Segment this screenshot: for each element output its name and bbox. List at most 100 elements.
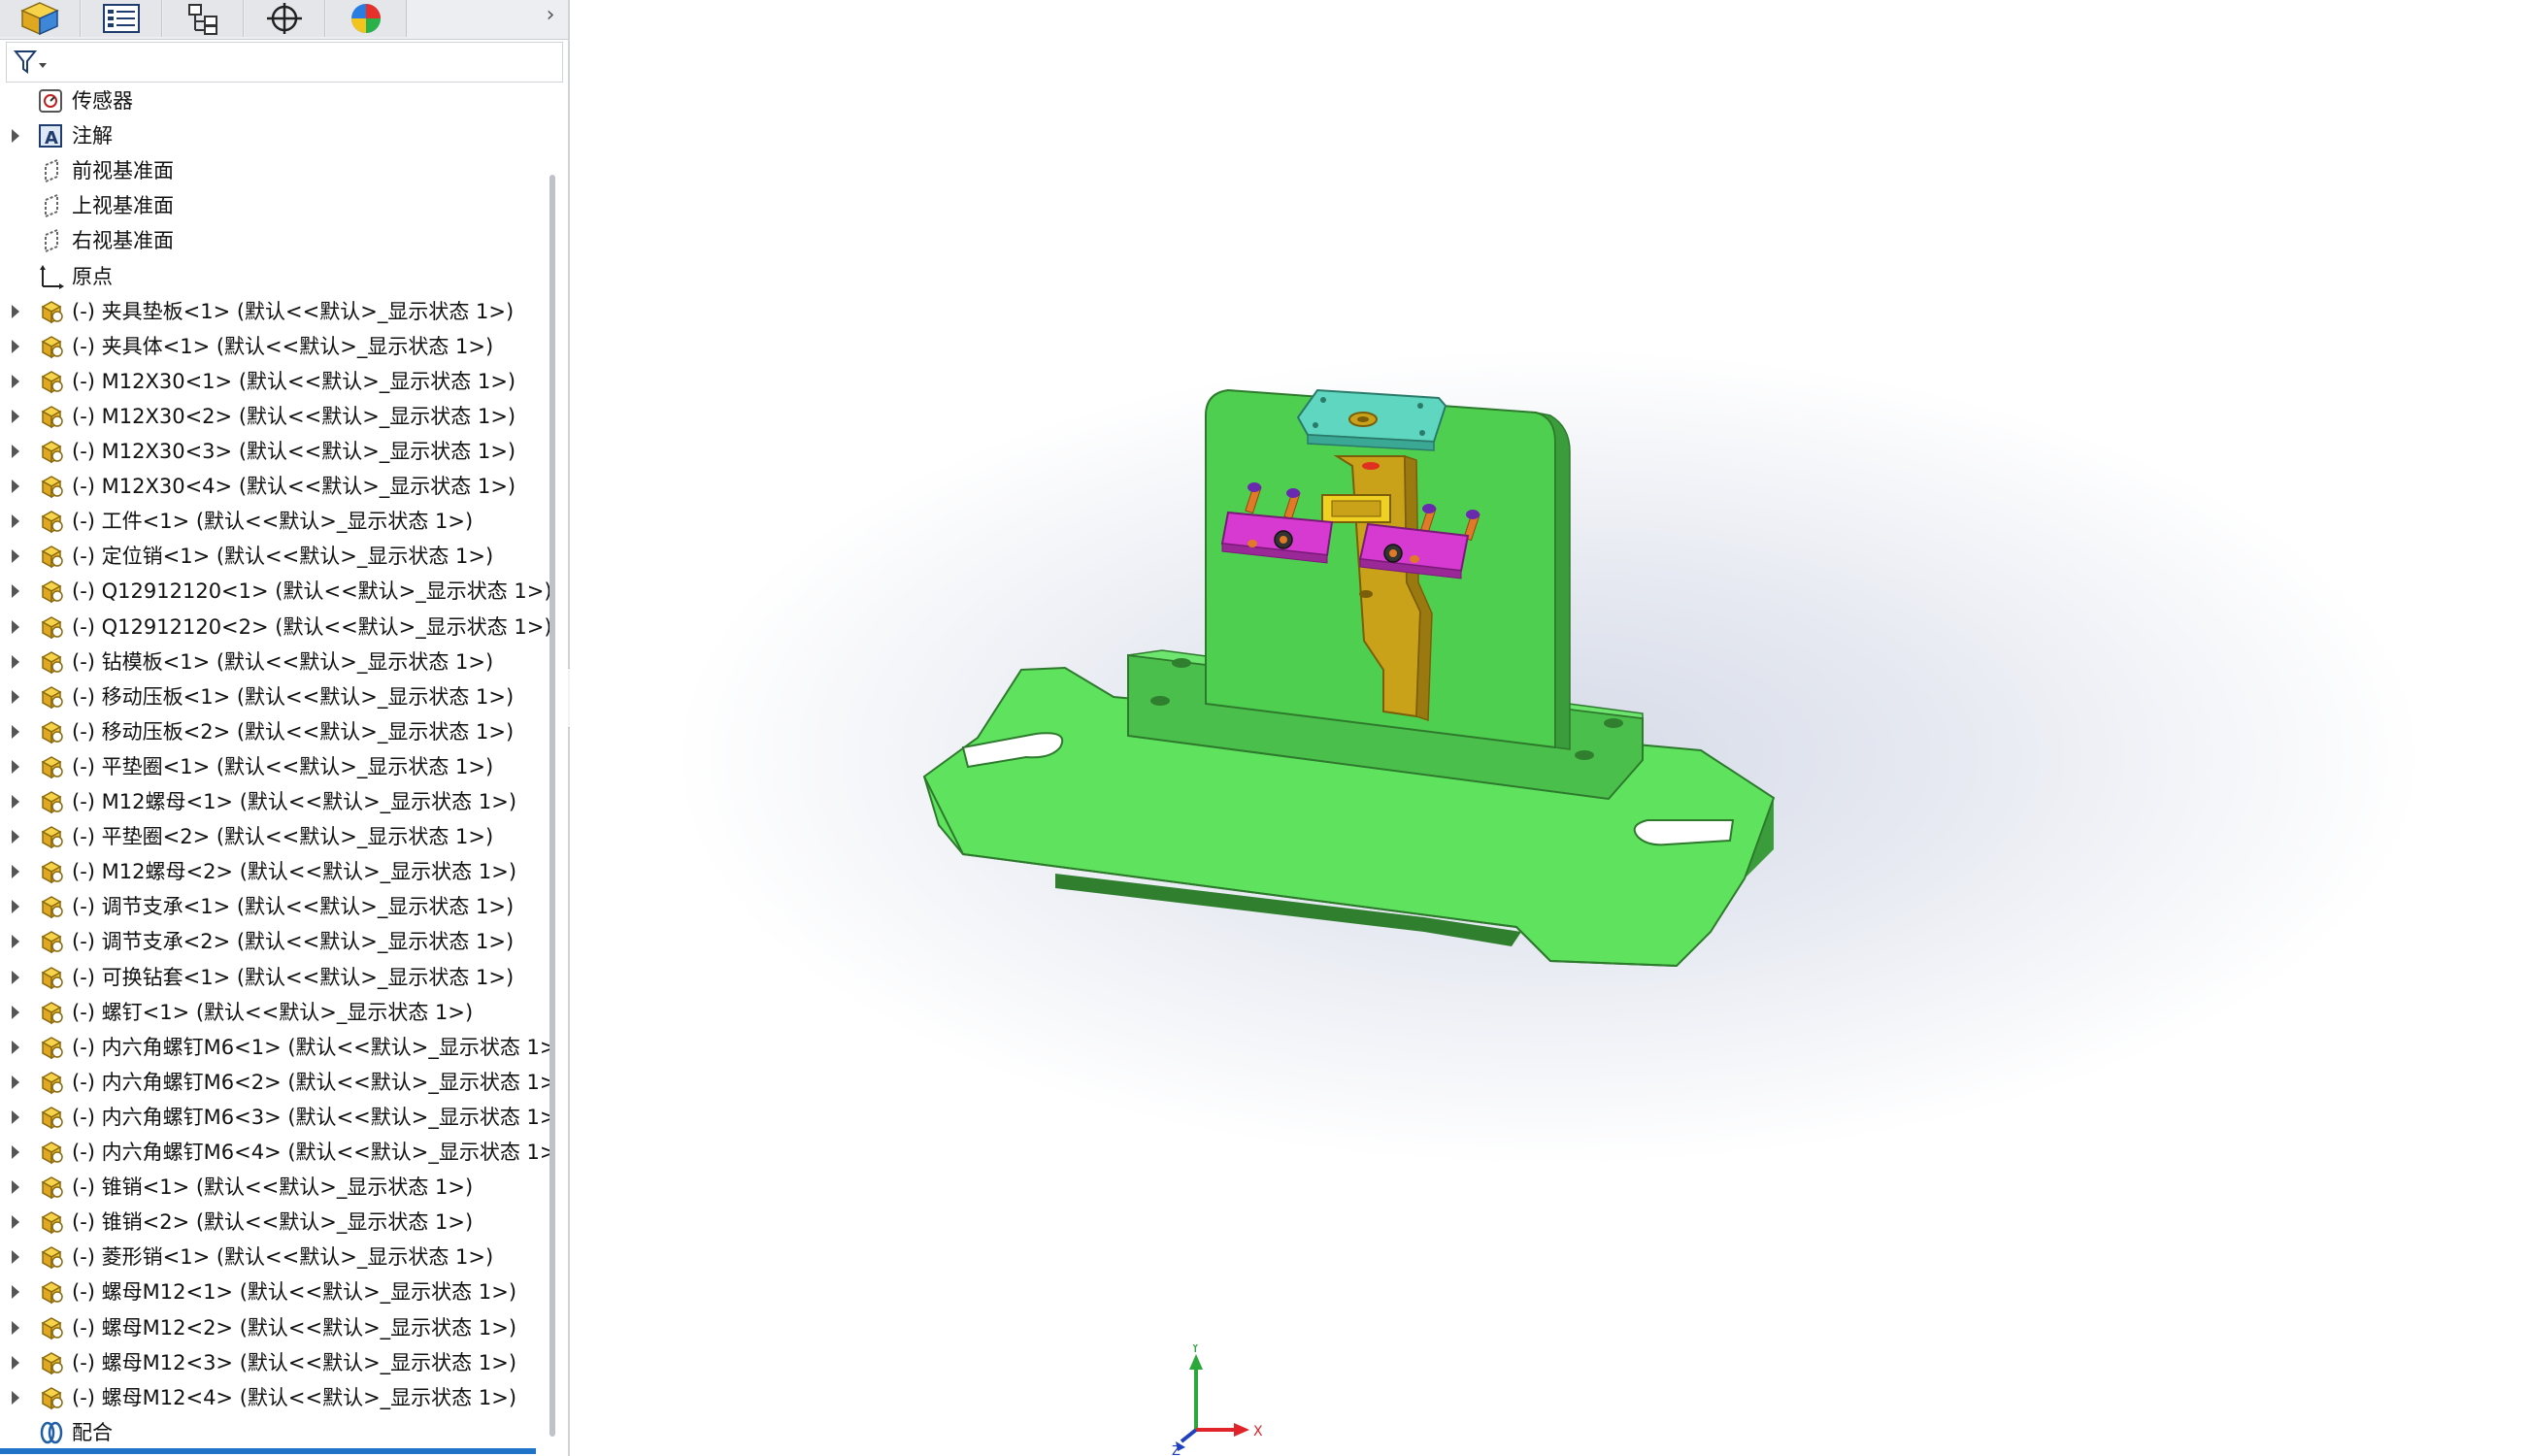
tree-item[interactable]: 上视基准面 bbox=[0, 188, 544, 223]
tree-item[interactable]: (-) 内六角螺钉M6<1> (默认<<默认>_显示状态 1> bbox=[0, 1030, 556, 1065]
expand-arrow-icon[interactable] bbox=[12, 760, 19, 774]
tree-item[interactable]: (-) M12X30<1> (默认<<默认>_显示状态 1>) bbox=[0, 364, 544, 399]
tree-item[interactable]: (-) M12螺母<2> (默认<<默认>_显示状态 1>) bbox=[0, 854, 544, 889]
tree-item-label: (-) 调节支承<1> (默认<<默认>_显示状态 1>) bbox=[72, 895, 515, 918]
graphics-area[interactable]: Y X Z bbox=[570, 0, 2528, 1456]
tree-item[interactable]: (-) 内六角螺钉M6<4> (默认<<默认>_显示状态 1> bbox=[0, 1135, 556, 1170]
tab-overflow-arrow[interactable]: › bbox=[540, 4, 561, 27]
tree-item[interactable]: 配合 bbox=[0, 1415, 544, 1450]
tree-item-label: (-) 调节支承<2> (默认<<默认>_显示状态 1>) bbox=[72, 930, 515, 953]
tree-item[interactable]: (-) 工件<1> (默认<<默认>_显示状态 1>) bbox=[0, 504, 544, 539]
expand-arrow-icon[interactable] bbox=[12, 410, 19, 423]
expand-arrow-icon[interactable] bbox=[12, 1250, 19, 1264]
tree-item-label: (-) 移动压板<1> (默认<<默认>_显示状态 1>) bbox=[72, 685, 515, 709]
expand-arrow-icon[interactable] bbox=[12, 1321, 19, 1335]
expand-arrow-icon[interactable] bbox=[12, 129, 19, 143]
tree-item[interactable]: (-) Q12912120<1> (默认<<默认>_显示状态 1>) bbox=[0, 574, 552, 609]
tree-item[interactable]: (-) M12X30<3> (默认<<默认>_显示状态 1>) bbox=[0, 434, 544, 469]
tree-item[interactable]: (-) 调节支承<2> (默认<<默认>_显示状态 1>) bbox=[0, 924, 544, 959]
property-manager-tab[interactable] bbox=[82, 0, 162, 37]
tree-item[interactable]: 原点 bbox=[0, 259, 544, 294]
triad-z-axis bbox=[1180, 1428, 1198, 1443]
tree-item[interactable]: 前视基准面 bbox=[0, 153, 544, 188]
expand-arrow-icon[interactable] bbox=[12, 1110, 19, 1124]
expand-arrow-icon[interactable] bbox=[12, 1180, 19, 1194]
tree-item[interactable]: (-) 螺母M12<4> (默认<<默认>_显示状态 1>) bbox=[0, 1380, 544, 1415]
configuration-manager-tab[interactable] bbox=[163, 0, 244, 37]
expand-arrow-icon[interactable] bbox=[12, 1145, 19, 1159]
tree-item[interactable]: (-) 移动压板<2> (默认<<默认>_显示状态 1>) bbox=[0, 714, 544, 749]
tree-item[interactable]: 传感器 bbox=[0, 83, 544, 118]
filter-icon[interactable] bbox=[13, 49, 48, 76]
manager-tab-bar: › bbox=[0, 0, 568, 40]
tree-item-label: (-) M12螺母<1> (默认<<默认>_显示状态 1>) bbox=[72, 790, 517, 813]
tree-filter-bar[interactable] bbox=[6, 42, 563, 83]
expand-arrow-icon[interactable] bbox=[12, 690, 19, 704]
expand-arrow-icon[interactable] bbox=[12, 375, 19, 388]
tree-item[interactable]: (-) 螺母M12<2> (默认<<默认>_显示状态 1>) bbox=[0, 1310, 544, 1345]
expand-arrow-icon[interactable] bbox=[12, 935, 19, 948]
expand-arrow-icon[interactable] bbox=[12, 305, 19, 318]
part-icon bbox=[37, 999, 66, 1026]
expand-arrow-icon[interactable] bbox=[12, 514, 19, 528]
expand-arrow-icon[interactable] bbox=[12, 1006, 19, 1019]
part-icon bbox=[37, 683, 66, 711]
tree-item[interactable]: (-) 螺母M12<1> (默认<<默认>_显示状态 1>) bbox=[0, 1274, 544, 1309]
tree-item[interactable]: 右视基准面 bbox=[0, 223, 544, 258]
part-icon bbox=[37, 753, 66, 780]
expand-arrow-icon[interactable] bbox=[12, 549, 19, 563]
tree-item[interactable]: (-) M12X30<2> (默认<<默认>_显示状态 1>) bbox=[0, 399, 544, 434]
tree-item[interactable]: (-) 平垫圈<2> (默认<<默认>_显示状态 1>) bbox=[0, 819, 544, 854]
expand-arrow-icon[interactable] bbox=[12, 1215, 19, 1229]
tree-item[interactable]: (-) M12X30<4> (默认<<默认>_显示状态 1>) bbox=[0, 469, 544, 504]
part-icon bbox=[37, 543, 66, 570]
tree-item[interactable]: (-) 移动压板<1> (默认<<默认>_显示状态 1>) bbox=[0, 679, 544, 714]
tree-item[interactable]: (-) 螺钉<1> (默认<<默认>_显示状态 1>) bbox=[0, 995, 544, 1030]
tree-item[interactable]: (-) 可换钻套<1> (默认<<默认>_显示状态 1>) bbox=[0, 960, 544, 995]
expand-arrow-icon[interactable] bbox=[12, 1356, 19, 1370]
tree-item[interactable]: (-) 平垫圈<1> (默认<<默认>_显示状态 1>) bbox=[0, 749, 544, 784]
tree-item-label: (-) M12螺母<2> (默认<<默认>_显示状态 1>) bbox=[72, 860, 517, 883]
expand-arrow-icon[interactable] bbox=[12, 865, 19, 878]
expand-arrow-icon[interactable] bbox=[12, 795, 19, 809]
expand-arrow-icon[interactable] bbox=[12, 1391, 19, 1405]
expand-arrow-icon[interactable] bbox=[12, 830, 19, 844]
expand-arrow-icon[interactable] bbox=[12, 725, 19, 739]
tree-item[interactable]: (-) 内六角螺钉M6<2> (默认<<默认>_显示状态 1> bbox=[0, 1065, 556, 1100]
expand-arrow-icon[interactable] bbox=[12, 340, 19, 353]
tree-item[interactable]: (-) 夹具体<1> (默认<<默认>_显示状态 1>) bbox=[0, 329, 544, 364]
svg-text:A: A bbox=[45, 128, 58, 149]
mates-icon bbox=[37, 1419, 66, 1446]
feature-manager-tab[interactable] bbox=[0, 0, 81, 37]
display-manager-tab[interactable] bbox=[326, 0, 407, 37]
tree-item[interactable]: (-) 锥销<2> (默认<<默认>_显示状态 1>) bbox=[0, 1205, 544, 1240]
expand-arrow-icon[interactable] bbox=[12, 1285, 19, 1299]
triad-z-label: Z bbox=[1172, 1444, 1181, 1456]
expand-arrow-icon[interactable] bbox=[12, 1041, 19, 1054]
tree-item[interactable]: (-) 钻模板<1> (默认<<默认>_显示状态 1>) bbox=[0, 645, 544, 679]
expand-arrow-icon[interactable] bbox=[12, 1075, 19, 1089]
expand-arrow-icon[interactable] bbox=[12, 620, 19, 634]
expand-arrow-icon[interactable] bbox=[12, 445, 19, 458]
dimxpert-tab[interactable] bbox=[245, 0, 325, 37]
tree-item-label: (-) M12X30<3> (默认<<默认>_显示状态 1>) bbox=[72, 440, 516, 463]
tree-item[interactable]: (-) 菱形销<1> (默认<<默认>_显示状态 1>) bbox=[0, 1240, 544, 1274]
fixture-assembly-model[interactable] bbox=[570, 0, 2528, 1456]
expand-arrow-icon[interactable] bbox=[12, 971, 19, 984]
tree-item[interactable]: (-) 内六角螺钉M6<3> (默认<<默认>_显示状态 1> bbox=[0, 1100, 556, 1135]
tree-item[interactable]: (-) Q12912120<2> (默认<<默认>_显示状态 1>) bbox=[0, 610, 552, 645]
expand-arrow-icon[interactable] bbox=[12, 900, 19, 913]
expand-arrow-icon[interactable] bbox=[12, 655, 19, 669]
drill-plate[interactable] bbox=[1296, 388, 1447, 451]
expand-arrow-icon[interactable] bbox=[12, 480, 19, 493]
tree-item[interactable]: (-) 调节支承<1> (默认<<默认>_显示状态 1>) bbox=[0, 889, 544, 924]
tree-item[interactable]: (-) 锥销<1> (默认<<默认>_显示状态 1>) bbox=[0, 1170, 544, 1205]
tree-item[interactable]: (-) 螺母M12<3> (默认<<默认>_显示状态 1>) bbox=[0, 1345, 544, 1380]
expand-arrow-icon[interactable] bbox=[12, 584, 19, 598]
tree-item-label: (-) 内六角螺钉M6<3> (默认<<默认>_显示状态 1> bbox=[72, 1106, 557, 1129]
panel-scrollbar[interactable] bbox=[549, 175, 555, 1437]
tree-item[interactable]: (-) 定位销<1> (默认<<默认>_显示状态 1>) bbox=[0, 539, 544, 574]
tree-item[interactable]: (-) 夹具垫板<1> (默认<<默认>_显示状态 1>) bbox=[0, 294, 544, 329]
tree-item[interactable]: (-) M12螺母<1> (默认<<默认>_显示状态 1>) bbox=[0, 784, 544, 819]
tree-item[interactable]: A 注解 bbox=[0, 118, 544, 153]
